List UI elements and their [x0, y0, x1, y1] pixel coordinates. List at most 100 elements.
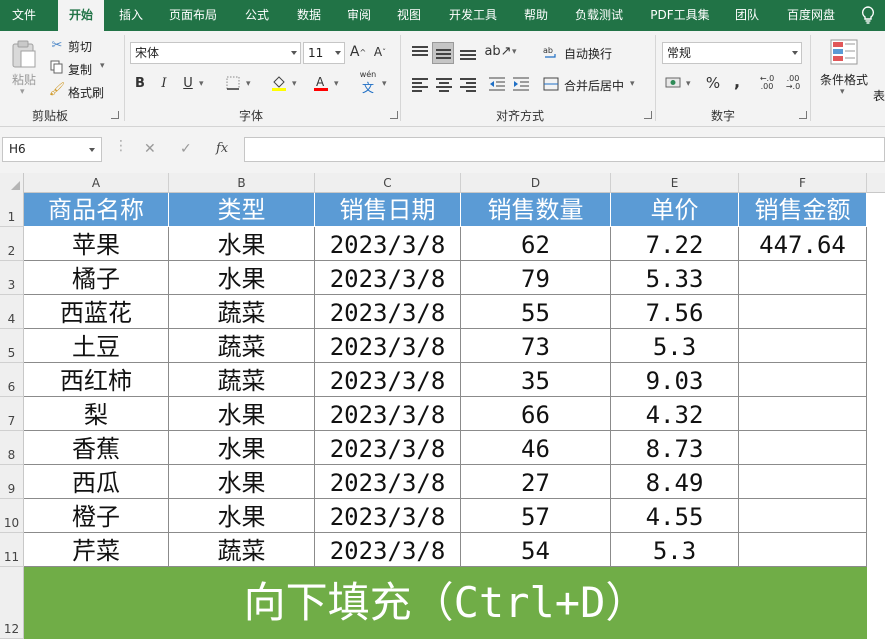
cell-e6[interactable]: 9.03 [611, 363, 739, 397]
tab-pdf-tools[interactable]: PDF工具集 [642, 0, 718, 31]
row-header-1[interactable]: 1 [0, 193, 24, 227]
cell-d9[interactable]: 27 [461, 465, 611, 499]
row-header-5[interactable]: 5 [0, 329, 24, 363]
conditional-format-label[interactable]: 条件格式 [820, 71, 868, 88]
cell-f4[interactable] [739, 295, 867, 329]
cell-b9[interactable]: 水果 [169, 465, 315, 499]
scissors-icon[interactable]: ✂ [48, 37, 66, 53]
cell-b2[interactable]: 水果 [169, 227, 315, 261]
cell-f5[interactable] [739, 329, 867, 363]
tab-insert[interactable]: 插入 [110, 0, 152, 31]
header-cell-f[interactable]: 销售金额 [739, 193, 867, 227]
conditional-formatting-icon[interactable] [829, 38, 861, 68]
tab-home[interactable]: 开始 [58, 0, 104, 31]
cancel-icon[interactable]: ✕ [144, 141, 156, 157]
tab-baidu-netdisk[interactable]: 百度网盘 [778, 0, 844, 31]
underline-dropdown-icon[interactable]: ▾ [199, 79, 204, 89]
underline-button[interactable]: U [180, 73, 196, 93]
cell-a7[interactable]: 梨 [24, 397, 169, 431]
percent-button[interactable]: % [704, 73, 722, 93]
font-color-dropdown-icon[interactable]: ▾ [334, 79, 339, 89]
tab-team[interactable]: 团队 [726, 0, 768, 31]
row-header-8[interactable]: 8 [0, 431, 24, 465]
copy-dropdown-icon[interactable]: ▾ [100, 61, 105, 71]
row-header-3[interactable]: 3 [0, 261, 24, 295]
italic-button[interactable]: I [156, 73, 172, 93]
cell-c9[interactable]: 2023/3/8 [315, 465, 461, 499]
align-middle-icon[interactable] [432, 42, 454, 64]
merge-center-icon[interactable] [542, 74, 560, 94]
grow-font-button[interactable]: A ^ [350, 42, 366, 62]
fill-color-icon[interactable] [270, 73, 288, 93]
paste-icon[interactable] [10, 39, 38, 69]
cell-f6[interactable] [739, 363, 867, 397]
accounting-dropdown-icon[interactable]: ▾ [686, 79, 691, 89]
borders-dropdown-icon[interactable]: ▾ [246, 79, 251, 89]
cell-e9[interactable]: 8.49 [611, 465, 739, 499]
cell-c6[interactable]: 2023/3/8 [315, 363, 461, 397]
insert-function-icon[interactable]: fx [216, 141, 228, 156]
wrap-text-label[interactable]: 自动换行 [564, 45, 612, 62]
phonetic-button[interactable]: wén 文 [356, 70, 380, 95]
cell-f11[interactable] [739, 533, 867, 567]
cell-e4[interactable]: 7.56 [611, 295, 739, 329]
orientation-dropdown-icon[interactable]: ▾ [512, 47, 517, 57]
cell-a11[interactable]: 芹菜 [24, 533, 169, 567]
cell-a6[interactable]: 西红柿 [24, 363, 169, 397]
cell-f2[interactable]: 447.64 [739, 227, 867, 261]
header-cell-c[interactable]: 销售日期 [315, 193, 461, 227]
number-format-dropdown[interactable]: 常规 [662, 42, 802, 64]
header-cell-e[interactable]: 单价 [611, 193, 739, 227]
align-top-icon[interactable] [410, 43, 430, 61]
bold-button[interactable]: B [132, 73, 148, 93]
merge-center-label[interactable]: 合并后居中 [564, 77, 624, 94]
cell-c7[interactable]: 2023/3/8 [315, 397, 461, 431]
number-launcher-icon[interactable] [799, 111, 807, 119]
header-cell-b[interactable]: 类型 [169, 193, 315, 227]
font-launcher-icon[interactable] [390, 111, 398, 119]
column-header-f[interactable]: F [739, 173, 867, 193]
font-color-icon[interactable]: A [312, 73, 330, 93]
orientation-icon[interactable]: ab↗ [484, 41, 511, 61]
row-header-12[interactable]: 12 [0, 567, 24, 639]
tab-data[interactable]: 数据 [288, 0, 330, 31]
comma-style-button[interactable]: , [730, 71, 744, 91]
cell-d7[interactable]: 66 [461, 397, 611, 431]
header-cell-d[interactable]: 销售数量 [461, 193, 611, 227]
shrink-font-button[interactable]: Aˇ [372, 42, 388, 62]
cell-a9[interactable]: 西瓜 [24, 465, 169, 499]
row-header-6[interactable]: 6 [0, 363, 24, 397]
cell-e8[interactable]: 8.73 [611, 431, 739, 465]
enter-icon[interactable]: ✓ [180, 141, 192, 157]
accounting-format-icon[interactable] [664, 73, 684, 93]
row-header-4[interactable]: 4 [0, 295, 24, 329]
formula-input[interactable] [244, 137, 885, 162]
paste-label[interactable]: 粘贴 [12, 71, 36, 88]
format-painter-label[interactable]: 格式刷 [68, 84, 104, 101]
wrap-text-icon[interactable]: ab [542, 43, 560, 61]
select-all-button[interactable] [0, 173, 24, 193]
cell-e2[interactable]: 7.22 [611, 227, 739, 261]
lightbulb-icon[interactable] [861, 6, 875, 24]
cell-c2[interactable]: 2023/3/8 [315, 227, 461, 261]
cell-d6[interactable]: 35 [461, 363, 611, 397]
tab-file[interactable]: 文件 [4, 0, 44, 31]
cell-b3[interactable]: 水果 [169, 261, 315, 295]
cell-b8[interactable]: 水果 [169, 431, 315, 465]
name-box[interactable]: H6 [2, 137, 102, 162]
header-cell-a[interactable]: 商品名称 [24, 193, 169, 227]
column-header-d[interactable]: D [461, 173, 611, 193]
column-header-b[interactable]: B [169, 173, 315, 193]
align-left-icon[interactable] [410, 75, 430, 93]
cell-c4[interactable]: 2023/3/8 [315, 295, 461, 329]
cut-label[interactable]: 剪切 [68, 38, 92, 55]
cell-e7[interactable]: 4.32 [611, 397, 739, 431]
row-header-10[interactable]: 10 [0, 499, 24, 533]
column-header-e[interactable]: E [611, 173, 739, 193]
cell-f10[interactable] [739, 499, 867, 533]
align-center-icon[interactable] [434, 75, 454, 93]
copy-label[interactable]: 复制 [68, 61, 92, 78]
borders-icon[interactable] [224, 74, 242, 92]
cell-b5[interactable]: 蔬菜 [169, 329, 315, 363]
cell-a10[interactable]: 橙子 [24, 499, 169, 533]
